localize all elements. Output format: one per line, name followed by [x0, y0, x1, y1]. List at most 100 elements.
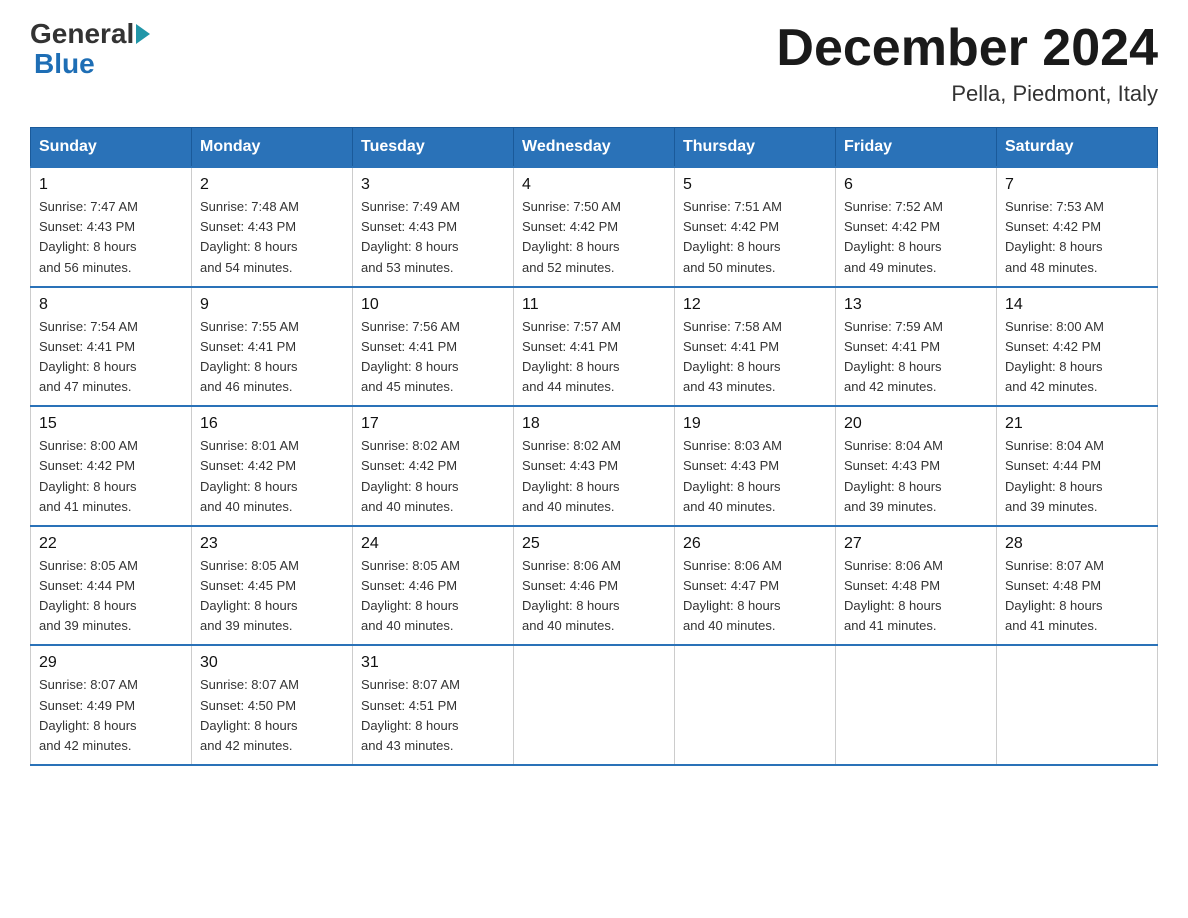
col-wednesday: Wednesday	[514, 128, 675, 168]
table-row: 12Sunrise: 7:58 AMSunset: 4:41 PMDayligh…	[675, 287, 836, 407]
table-row: 30 Sunrise: 8:07 AMSunset: 4:50 PMDayligh…	[192, 645, 353, 765]
month-title: December 2024	[776, 20, 1158, 77]
day-info: Sunrise: 8:06 AMSunset: 4:48 PMDaylight:…	[844, 558, 943, 633]
day-number: 17	[361, 415, 505, 433]
day-info: Sunrise: 8:04 AMSunset: 4:43 PMDaylight:…	[844, 438, 943, 513]
day-info: Sunrise: 7:57 AMSunset: 4:41 PMDaylight:…	[522, 319, 621, 394]
day-info: Sunrise: 8:05 AMSunset: 4:44 PMDaylight:…	[39, 558, 138, 633]
calendar-table: Sunday Monday Tuesday Wednesday Thursday…	[30, 127, 1158, 766]
table-row: 16 Sunrise: 8:01 AMSunset: 4:42 PMDayligh…	[192, 406, 353, 526]
day-info: Sunrise: 8:00 AMSunset: 4:42 PMDaylight:…	[1005, 319, 1104, 394]
day-number: 16	[200, 415, 344, 433]
col-sunday: Sunday	[31, 128, 192, 168]
table-row: 23Sunrise: 8:05 AMSunset: 4:45 PMDayligh…	[192, 526, 353, 646]
day-number: 18	[522, 415, 666, 433]
table-row: 29Sunrise: 8:07 AMSunset: 4:49 PMDayligh…	[31, 645, 192, 765]
day-number: 25	[522, 535, 666, 553]
day-info: Sunrise: 8:04 AMSunset: 4:44 PMDaylight:…	[1005, 438, 1104, 513]
day-info: Sunrise: 8:07 AMSunset: 4:48 PMDaylight:…	[1005, 558, 1104, 633]
table-row: 26 Sunrise: 8:06 AMSunset: 4:47 PMDayligh…	[675, 526, 836, 646]
day-number: 24	[361, 535, 505, 553]
day-number: 15	[39, 415, 183, 433]
day-info: Sunrise: 7:51 AMSunset: 4:42 PMDaylight:…	[683, 199, 782, 274]
day-number: 8	[39, 296, 183, 314]
table-row: 21Sunrise: 8:04 AMSunset: 4:44 PMDayligh…	[997, 406, 1158, 526]
day-number: 4	[522, 176, 666, 194]
col-thursday: Thursday	[675, 128, 836, 168]
table-row: 31 Sunrise: 8:07 AMSunset: 4:51 PMDayligh…	[353, 645, 514, 765]
day-info: Sunrise: 8:07 AMSunset: 4:51 PMDaylight:…	[361, 677, 460, 752]
day-info: Sunrise: 8:05 AMSunset: 4:46 PMDaylight:…	[361, 558, 460, 633]
day-number: 3	[361, 176, 505, 194]
table-row: 28 Sunrise: 8:07 AMSunset: 4:48 PMDayligh…	[997, 526, 1158, 646]
table-row: 11 Sunrise: 7:57 AMSunset: 4:41 PMDayligh…	[514, 287, 675, 407]
day-number: 2	[200, 176, 344, 194]
table-row: 17 Sunrise: 8:02 AMSunset: 4:42 PMDayligh…	[353, 406, 514, 526]
col-monday: Monday	[192, 128, 353, 168]
location-title: Pella, Piedmont, Italy	[776, 81, 1158, 107]
day-info: Sunrise: 7:56 AMSunset: 4:41 PMDaylight:…	[361, 319, 460, 394]
day-number: 30	[200, 654, 344, 672]
table-row: 19Sunrise: 8:03 AMSunset: 4:43 PMDayligh…	[675, 406, 836, 526]
day-number: 28	[1005, 535, 1149, 553]
day-number: 13	[844, 296, 988, 314]
table-row: 7 Sunrise: 7:53 AMSunset: 4:42 PMDaylight…	[997, 167, 1158, 287]
table-row	[514, 645, 675, 765]
day-number: 20	[844, 415, 988, 433]
day-number: 1	[39, 176, 183, 194]
logo-blue-text: Blue	[34, 48, 95, 79]
col-friday: Friday	[836, 128, 997, 168]
table-row: 27 Sunrise: 8:06 AMSunset: 4:48 PMDayligh…	[836, 526, 997, 646]
table-row: 25 Sunrise: 8:06 AMSunset: 4:46 PMDayligh…	[514, 526, 675, 646]
calendar-week-row: 1 Sunrise: 7:47 AMSunset: 4:43 PMDaylight…	[31, 167, 1158, 287]
table-row: 3 Sunrise: 7:49 AMSunset: 4:43 PMDaylight…	[353, 167, 514, 287]
day-info: Sunrise: 8:06 AMSunset: 4:46 PMDaylight:…	[522, 558, 621, 633]
day-info: Sunrise: 7:52 AMSunset: 4:42 PMDaylight:…	[844, 199, 943, 274]
logo-arrow-icon	[136, 24, 150, 44]
table-row: 24 Sunrise: 8:05 AMSunset: 4:46 PMDayligh…	[353, 526, 514, 646]
table-row: 2 Sunrise: 7:48 AMSunset: 4:43 PMDaylight…	[192, 167, 353, 287]
table-row: 10Sunrise: 7:56 AMSunset: 4:41 PMDayligh…	[353, 287, 514, 407]
day-info: Sunrise: 8:00 AMSunset: 4:42 PMDaylight:…	[39, 438, 138, 513]
logo-general-text: General	[30, 20, 134, 48]
day-info: Sunrise: 8:05 AMSunset: 4:45 PMDaylight:…	[200, 558, 299, 633]
table-row	[997, 645, 1158, 765]
table-row: 15 Sunrise: 8:00 AMSunset: 4:42 PMDayligh…	[31, 406, 192, 526]
table-row: 13 Sunrise: 7:59 AMSunset: 4:41 PMDayligh…	[836, 287, 997, 407]
table-row	[675, 645, 836, 765]
day-number: 11	[522, 296, 666, 314]
day-info: Sunrise: 7:50 AMSunset: 4:42 PMDaylight:…	[522, 199, 621, 274]
table-row: 14 Sunrise: 8:00 AMSunset: 4:42 PMDayligh…	[997, 287, 1158, 407]
page-header: General Blue December 2024 Pella, Piedmo…	[30, 20, 1158, 107]
day-info: Sunrise: 8:07 AMSunset: 4:50 PMDaylight:…	[200, 677, 299, 752]
table-row: 9 Sunrise: 7:55 AMSunset: 4:41 PMDaylight…	[192, 287, 353, 407]
day-number: 12	[683, 296, 827, 314]
day-info: Sunrise: 8:06 AMSunset: 4:47 PMDaylight:…	[683, 558, 782, 633]
day-number: 7	[1005, 176, 1149, 194]
day-info: Sunrise: 8:02 AMSunset: 4:42 PMDaylight:…	[361, 438, 460, 513]
day-info: Sunrise: 7:54 AMSunset: 4:41 PMDaylight:…	[39, 319, 138, 394]
day-number: 5	[683, 176, 827, 194]
day-info: Sunrise: 7:48 AMSunset: 4:43 PMDaylight:…	[200, 199, 299, 274]
table-row: 8 Sunrise: 7:54 AMSunset: 4:41 PMDaylight…	[31, 287, 192, 407]
day-info: Sunrise: 8:02 AMSunset: 4:43 PMDaylight:…	[522, 438, 621, 513]
day-info: Sunrise: 7:47 AMSunset: 4:43 PMDaylight:…	[39, 199, 138, 274]
day-number: 27	[844, 535, 988, 553]
day-info: Sunrise: 8:01 AMSunset: 4:42 PMDaylight:…	[200, 438, 299, 513]
day-info: Sunrise: 7:59 AMSunset: 4:41 PMDaylight:…	[844, 319, 943, 394]
table-row: 4 Sunrise: 7:50 AMSunset: 4:42 PMDaylight…	[514, 167, 675, 287]
day-number: 9	[200, 296, 344, 314]
day-number: 31	[361, 654, 505, 672]
day-info: Sunrise: 7:49 AMSunset: 4:43 PMDaylight:…	[361, 199, 460, 274]
table-row: 6Sunrise: 7:52 AMSunset: 4:42 PMDaylight…	[836, 167, 997, 287]
day-number: 29	[39, 654, 183, 672]
col-saturday: Saturday	[997, 128, 1158, 168]
day-number: 14	[1005, 296, 1149, 314]
calendar-week-row: 15 Sunrise: 8:00 AMSunset: 4:42 PMDayligh…	[31, 406, 1158, 526]
day-info: Sunrise: 7:55 AMSunset: 4:41 PMDaylight:…	[200, 319, 299, 394]
calendar-header-row: Sunday Monday Tuesday Wednesday Thursday…	[31, 128, 1158, 168]
day-info: Sunrise: 7:53 AMSunset: 4:42 PMDaylight:…	[1005, 199, 1104, 274]
col-tuesday: Tuesday	[353, 128, 514, 168]
day-number: 26	[683, 535, 827, 553]
table-row: 1 Sunrise: 7:47 AMSunset: 4:43 PMDaylight…	[31, 167, 192, 287]
